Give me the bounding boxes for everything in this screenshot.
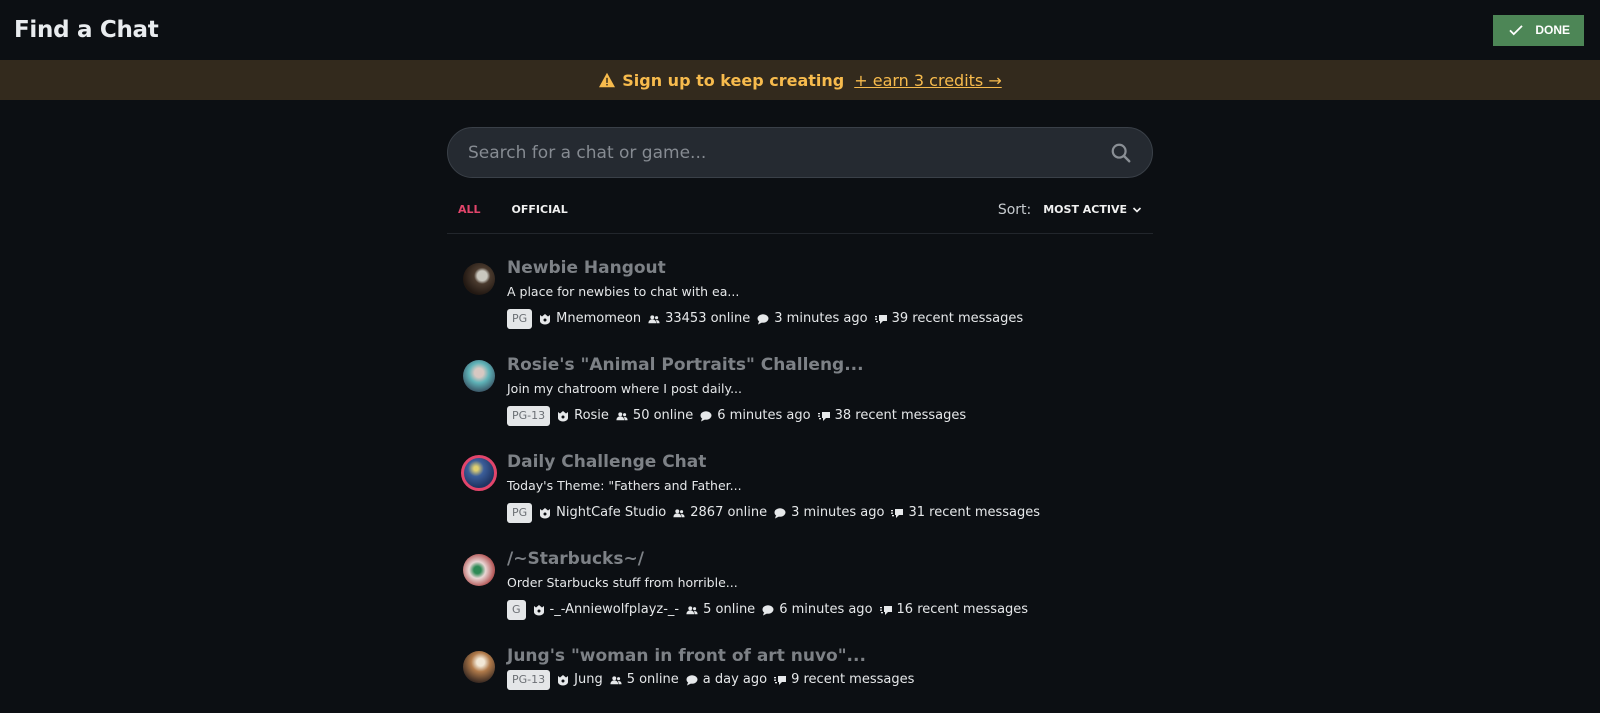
chat-bubble-icon [762, 605, 774, 616]
online-count: 50 online [632, 408, 694, 423]
banner-text: Sign up to keep creating [622, 70, 845, 90]
sort-dropdown[interactable]: MOST ACTIVE [1043, 203, 1142, 216]
messages-icon [879, 606, 892, 615]
warning-icon [599, 72, 616, 88]
chat-name[interactable]: /~Starbucks~/ [507, 549, 1028, 569]
search-box [447, 127, 1153, 178]
chat-description: Today's Theme: "Fathers and Father... [507, 478, 742, 493]
done-button[interactable]: DONE [1493, 14, 1584, 46]
chat-avatar [463, 651, 495, 683]
messages-icon [891, 509, 904, 518]
chat-list-item[interactable]: Rosie's "Animal Portraits" Challeng... J… [447, 345, 1153, 442]
chat-owner[interactable]: NightCafe Studio [556, 504, 666, 522]
top-bar: Find a Chat DONE [0, 0, 1600, 60]
search-icon[interactable] [1110, 142, 1132, 164]
users-icon [673, 509, 685, 518]
chat-description: A place for newbies to chat with ea... [507, 284, 740, 299]
chat-avatar [461, 455, 497, 491]
chat-meta: PG Mnemomeon 33453 online 3 minutes ago … [507, 309, 1023, 329]
chat-list-item[interactable]: Newbie Hangout A place for newbies to ch… [447, 248, 1153, 345]
chat-description: Join my chatroom where I post daily... [507, 381, 742, 396]
rating-badge: PG-13 [507, 670, 551, 690]
main-content: ALL OFFICIAL Sort: MOST ACTIVE Newbie Ha… [447, 100, 1153, 712]
users-icon [616, 412, 628, 421]
online-count: 5 online [703, 602, 756, 617]
rating-badge: PG [507, 503, 533, 523]
chat-bubble-icon [700, 411, 712, 422]
chat-bubble-icon [686, 675, 698, 686]
chat-name[interactable]: Newbie Hangout [507, 258, 1023, 278]
rating-badge: G [507, 600, 526, 620]
sort-value: MOST ACTIVE [1043, 203, 1127, 216]
messages-icon [774, 676, 787, 685]
last-active: a day ago [702, 672, 768, 687]
chat-name[interactable]: Jung's "woman in front of art nuvo"... [507, 646, 914, 666]
recent-messages: 38 recent messages [834, 408, 967, 423]
chat-name[interactable]: Rosie's "Animal Portraits" Challeng... [507, 355, 966, 375]
chat-avatar [463, 263, 495, 295]
last-active: 3 minutes ago [774, 311, 868, 326]
online-count: 33453 online [665, 311, 751, 326]
chat-avatar [463, 360, 495, 392]
users-icon [686, 606, 698, 615]
recent-messages: 9 recent messages [791, 672, 915, 687]
done-label: DONE [1535, 23, 1570, 37]
page-title: Find a Chat [14, 17, 159, 43]
owner-badge-icon [558, 411, 569, 422]
earn-credits-link[interactable]: + earn 3 credits → [854, 71, 1002, 90]
chat-meta: PG-13 Rosie 50 online 6 minutes ago 38 r… [507, 406, 966, 426]
users-icon [648, 315, 660, 324]
chat-owner[interactable]: Jung [574, 671, 603, 689]
chat-list: Newbie Hangout A place for newbies to ch… [447, 248, 1153, 712]
owner-badge-icon [533, 605, 544, 616]
messages-icon [874, 315, 887, 324]
last-active: 3 minutes ago [791, 505, 885, 520]
chat-owner[interactable]: Mnemomeon [556, 310, 641, 328]
check-icon [1509, 25, 1523, 36]
chat-avatar [463, 554, 495, 586]
chat-meta: G -_-Anniewolfplayz-_- 5 online 6 minute… [507, 600, 1028, 620]
recent-messages: 16 recent messages [896, 602, 1029, 617]
chat-bubble-icon [757, 314, 769, 325]
chat-meta: PG NightCafe Studio 2867 online 3 minute… [507, 503, 1040, 523]
chat-description: Order Starbucks stuff from horrible... [507, 575, 738, 590]
search-input[interactable] [468, 142, 1068, 163]
chat-owner[interactable]: Rosie [574, 407, 609, 425]
owner-badge-icon [540, 314, 551, 325]
chat-owner[interactable]: -_-Anniewolfplayz-_- [550, 601, 680, 619]
owner-badge-icon [558, 675, 569, 686]
last-active: 6 minutes ago [717, 408, 811, 423]
chat-list-item[interactable]: Daily Challenge Chat Today's Theme: "Fat… [447, 442, 1153, 539]
chat-list-item[interactable]: /~Starbucks~/ Order Starbucks stuff from… [447, 539, 1153, 636]
tab-all[interactable]: ALL [458, 203, 481, 216]
chat-bubble-icon [774, 508, 786, 519]
chat-meta: PG-13 Jung 5 online a day ago 9 recent m… [507, 670, 914, 690]
sort-label: Sort: [997, 201, 1032, 218]
signup-banner: Sign up to keep creating + earn 3 credit… [0, 60, 1600, 100]
recent-messages: 39 recent messages [891, 311, 1024, 326]
owner-badge-icon [540, 508, 551, 519]
tab-official[interactable]: OFFICIAL [512, 203, 568, 216]
online-count: 5 online [626, 672, 679, 687]
messages-icon [817, 412, 830, 421]
chevron-down-icon [1132, 206, 1142, 213]
chat-name[interactable]: Daily Challenge Chat [507, 452, 1040, 472]
recent-messages: 31 recent messages [908, 505, 1041, 520]
chat-list-item[interactable]: Jung's "woman in front of art nuvo"... P… [447, 636, 1153, 712]
rating-badge: PG-13 [507, 406, 551, 426]
rating-badge: PG [507, 309, 533, 329]
users-icon [610, 676, 622, 685]
last-active: 6 minutes ago [779, 602, 873, 617]
filter-bar: ALL OFFICIAL Sort: MOST ACTIVE [447, 186, 1153, 234]
online-count: 2867 online [690, 505, 768, 520]
